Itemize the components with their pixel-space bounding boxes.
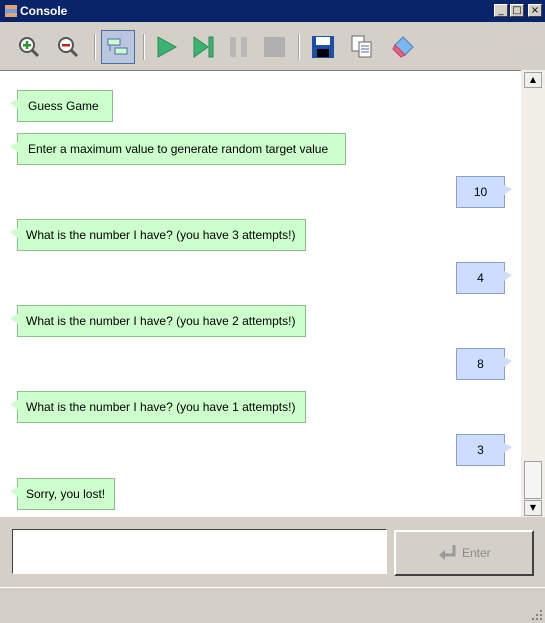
copy-icon	[351, 35, 372, 58]
message-input[interactable]	[12, 529, 387, 574]
message-text: Sorry, you lost!	[26, 487, 106, 501]
message-bubble-incoming: Sorry, you lost!	[10, 478, 115, 510]
step-icon	[193, 36, 214, 58]
scroll-down-button[interactable]: ▼	[524, 500, 542, 516]
stop-button[interactable]	[258, 30, 292, 64]
message-text: Guess Game	[28, 99, 99, 113]
message-bubble-incoming: What is the number I have? (you have 1 a…	[10, 391, 306, 423]
enter-arrow-icon	[439, 545, 456, 560]
zoom-out-icon	[58, 37, 79, 58]
stop-icon	[264, 37, 285, 57]
chat-mode-icon	[107, 38, 128, 55]
message-bubble-incoming: Enter a maximum value to generate random…	[10, 133, 346, 165]
message-text: Enter a maximum value to generate random…	[28, 142, 329, 156]
bubble-tail	[10, 228, 18, 238]
step-button[interactable]	[186, 30, 220, 64]
toolbar-separator	[143, 34, 145, 60]
scroll-up-button[interactable]: ▲	[524, 72, 542, 88]
pause-button[interactable]	[222, 30, 256, 64]
zoom-in-icon	[19, 37, 40, 58]
resize-grip-icon[interactable]	[531, 609, 543, 621]
clear-button[interactable]	[386, 30, 420, 64]
bubble-tail	[504, 357, 512, 367]
message-text: 4	[477, 271, 484, 285]
close-button[interactable]: ×	[528, 4, 542, 17]
bubble-tail	[504, 271, 512, 281]
message-bubble-incoming: Guess Game	[10, 90, 113, 122]
eraser-icon	[392, 36, 414, 58]
save-button[interactable]	[306, 30, 340, 64]
message-bubble-outgoing: 8	[456, 348, 512, 380]
bubble-tail	[504, 185, 512, 195]
toolbar-separator	[298, 34, 300, 60]
run-icon	[157, 36, 178, 58]
message-bubble-outgoing: 3	[456, 434, 512, 466]
message-text: 8	[477, 357, 484, 371]
message-text: What is the number I have? (you have 2 a…	[26, 314, 296, 328]
input-area: Enter	[0, 517, 545, 587]
zoom-in-button[interactable]	[12, 30, 46, 64]
bubble-tail	[10, 142, 18, 152]
zoom-out-button[interactable]	[51, 30, 85, 64]
message-bubble-incoming: What is the number I have? (you have 2 a…	[10, 305, 306, 337]
message-text: 10	[473, 185, 488, 199]
pause-icon	[230, 37, 247, 57]
copy-button[interactable]	[345, 30, 379, 64]
run-button[interactable]	[149, 30, 183, 64]
bubble-tail	[10, 487, 18, 497]
maximize-button[interactable]: □	[510, 4, 524, 17]
message-text: What is the number I have? (you have 3 a…	[26, 228, 296, 242]
bubble-tail	[10, 400, 18, 410]
app-icon	[5, 5, 17, 17]
chat-mode-button[interactable]	[101, 30, 135, 64]
message-bubble-outgoing: 4	[456, 262, 512, 294]
bubble-tail	[504, 443, 512, 453]
bubble-tail	[10, 314, 18, 324]
vertical-scrollbar[interactable]: ▲ ▼	[521, 70, 545, 517]
toolbar	[0, 22, 545, 70]
enter-button-label: Enter	[462, 546, 491, 560]
scroll-thumb[interactable]	[524, 461, 542, 499]
message-bubble-outgoing: 10	[456, 176, 512, 208]
title-bar[interactable]: Console _ □ ×	[0, 0, 545, 22]
message-list: Guess Game Enter a maximum value to gene…	[0, 70, 521, 518]
status-bar	[0, 587, 545, 623]
message-text: What is the number I have? (you have 1 a…	[26, 400, 296, 414]
toolbar-separator	[94, 34, 96, 60]
message-bubble-incoming: What is the number I have? (you have 3 a…	[10, 219, 306, 251]
window-title: Console	[20, 4, 68, 18]
minimize-button[interactable]: _	[494, 4, 508, 17]
enter-button[interactable]: Enter	[394, 530, 534, 576]
bubble-tail	[10, 99, 18, 109]
message-text: 3	[477, 443, 484, 457]
save-icon	[312, 36, 334, 58]
